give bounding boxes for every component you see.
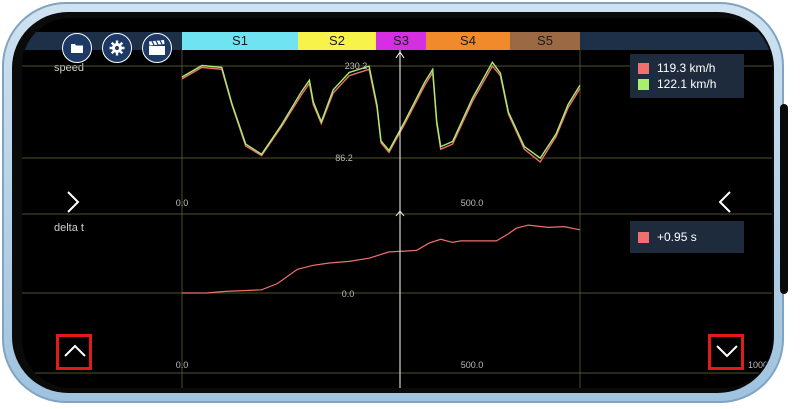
delta-series-line: [182, 224, 581, 294]
app-screen: S1 S2 S3 S4 S5 speed delta t 230.2 86.2 …: [22, 18, 772, 388]
legend-item-lap2: 122.1 km/h: [638, 76, 736, 92]
chevron-down-icon: [716, 345, 738, 358]
legend-item-delta: +0.95 s: [638, 229, 736, 245]
phone-side-button: [780, 104, 788, 294]
legend-item-lap1: 119.3 km/h: [638, 60, 736, 76]
delta-series-group: [182, 224, 581, 294]
speed-series-group: [181, 61, 581, 164]
axis-labels: 230.2 86.2 0.0 500.0 0.0 0.0 500.0 1000: [176, 61, 768, 370]
legend-swatch-red: [638, 62, 649, 74]
speed-xmid-label: 500.0: [461, 198, 484, 208]
speed-legend: 119.3 km/h 122.1 km/h: [630, 54, 744, 98]
next-panel-button[interactable]: [66, 190, 80, 220]
time-cursor[interactable]: [395, 50, 405, 388]
speed-series-line-1: [181, 64, 581, 164]
delta-zero-label: 0.0: [342, 289, 355, 299]
speed-xstart-label: 0.0: [176, 198, 189, 208]
delta-xmid-label: 500.0: [461, 360, 484, 370]
speed-ymin-label: 86.2: [335, 153, 353, 163]
chevron-left-icon: [718, 191, 731, 213]
delta-xend-label: 1000: [748, 360, 768, 370]
speed-ymax-label: 230.2: [345, 61, 368, 71]
scroll-up-button[interactable]: [56, 334, 92, 370]
legend-value-lap1: 119.3 km/h: [657, 61, 716, 75]
legend-swatch-green: [638, 78, 649, 90]
delta-xstart-label: 0.0: [176, 360, 189, 370]
delta-legend: +0.95 s: [630, 221, 744, 253]
chart-grid: [22, 50, 772, 388]
chevron-up-icon: [64, 344, 86, 357]
legend-value-delta: +0.95 s: [657, 230, 697, 244]
legend-swatch-delta: [638, 231, 649, 243]
chevron-right-icon: [67, 191, 80, 213]
previous-panel-button[interactable]: [718, 190, 732, 220]
legend-value-lap2: 122.1 km/h: [657, 77, 717, 91]
scroll-down-button[interactable]: [708, 334, 744, 370]
